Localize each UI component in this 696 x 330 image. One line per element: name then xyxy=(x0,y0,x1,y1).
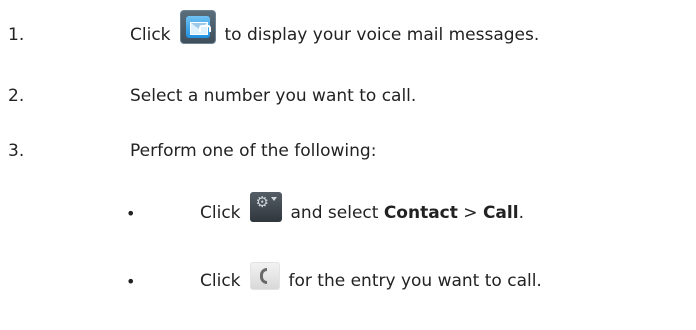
menu-contact-label: Contact xyxy=(383,203,458,223)
sentence-end: . xyxy=(518,203,524,223)
sub-step-text: Click ⚙ and select Contact > Call. xyxy=(200,192,524,228)
sub-step-text: Click for the entry you want to call. xyxy=(200,262,542,295)
step-1: 1. Click to display your voice mail mess… xyxy=(0,10,696,52)
bullet: • xyxy=(126,203,136,223)
sub-step-1: • Click ⚙ and select Contact > Call. xyxy=(0,192,696,228)
gear-menu-icon: ⚙ xyxy=(249,192,282,222)
voicemail-icon xyxy=(179,10,216,44)
sub-step-text-before: Click xyxy=(200,203,241,223)
step-text-after: to display your voice mail messages. xyxy=(224,25,540,45)
step-2: 2. Select a number you want to call. xyxy=(0,84,696,108)
menu-call-label: Call xyxy=(482,203,519,223)
step-text-before: Click xyxy=(130,25,171,45)
sub-step-text-after: for the entry you want to call. xyxy=(288,271,542,291)
phone-icon xyxy=(249,262,280,290)
menu-separator: > xyxy=(463,203,478,223)
sub-step-text-before: Click xyxy=(200,271,241,291)
bullet: • xyxy=(126,271,136,291)
step-text: Click to display your voice mail message… xyxy=(130,10,540,52)
step-3: 3. Perform one of the following: xyxy=(0,139,696,163)
step-number: 3. xyxy=(8,141,25,161)
step-number: 2. xyxy=(8,86,25,106)
step-text: Perform one of the following: xyxy=(130,141,377,161)
sub-step-2: • Click for the entry you want to call. xyxy=(0,262,696,296)
step-number: 1. xyxy=(8,25,25,45)
step-text: Select a number you want to call. xyxy=(130,86,417,106)
sub-step-text-mid: and select xyxy=(290,203,379,223)
